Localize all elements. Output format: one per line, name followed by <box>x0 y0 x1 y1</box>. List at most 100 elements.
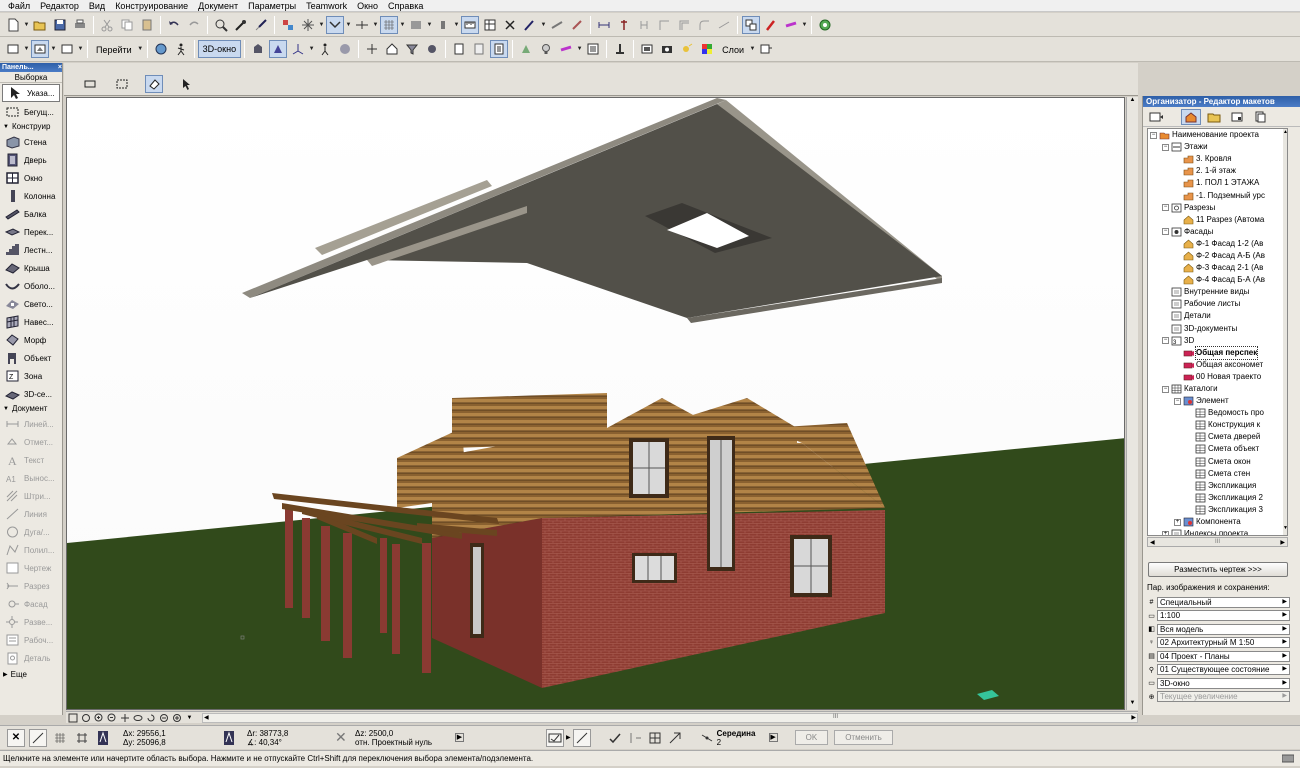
cancel-button[interactable]: Отменить <box>834 730 893 745</box>
tree-horizontal-scrollbar[interactable]: ◀ III ▶ <box>1147 537 1288 547</box>
tree-item[interactable]: Смета дверей <box>1148 431 1287 443</box>
tab-publisher[interactable] <box>1250 109 1270 125</box>
tool-level-dim[interactable]: Отмет... <box>0 433 62 451</box>
flip-icon[interactable] <box>595 16 613 34</box>
tree-item[interactable]: Рабочие листы <box>1148 298 1287 310</box>
house-icon[interactable] <box>383 40 401 58</box>
fly-icon[interactable] <box>336 40 354 58</box>
tree-item[interactable]: −3 3D <box>1148 335 1287 347</box>
pan-icon[interactable] <box>119 712 131 723</box>
category-document[interactable]: ▼ Документ <box>0 403 62 415</box>
rotate-icon[interactable] <box>145 712 157 723</box>
viewport-vertical-scrollbar[interactable]: ▲ ▼ <box>1126 97 1138 710</box>
magenta-brush-icon[interactable] <box>782 16 800 34</box>
tool-curtain-wall[interactable]: Навес... <box>0 313 62 331</box>
tab-view-map[interactable] <box>1204 109 1224 125</box>
tree-item[interactable]: Экспликация <box>1148 480 1287 492</box>
gravity-icon[interactable] <box>326 15 344 34</box>
axes-icon[interactable] <box>289 40 307 58</box>
collapse-icon[interactable]: − <box>1162 204 1169 212</box>
organizer-menu-icon[interactable] <box>1146 109 1166 125</box>
tool-marquee[interactable]: Бегущ... <box>0 103 62 121</box>
tool-slab[interactable]: Перек... <box>0 223 62 241</box>
tool-polyline[interactable]: Полил... <box>0 541 62 559</box>
list-icon[interactable] <box>584 40 602 58</box>
zoom-dropdown-icon[interactable]: ▼ <box>184 712 196 723</box>
paste-icon[interactable] <box>138 16 156 34</box>
tool-object[interactable]: Объект <box>0 349 62 367</box>
midpoint-icon[interactable] <box>698 729 716 747</box>
shading-icon[interactable] <box>249 40 267 58</box>
navigator-icon[interactable] <box>152 40 170 58</box>
guide-lines-icon[interactable] <box>626 729 644 747</box>
tool-skylight[interactable]: Свето... <box>0 295 62 313</box>
tree-item[interactable]: 1. ПОЛ 1 ЭТАЖА <box>1148 177 1287 189</box>
renovation-icon[interactable] <box>517 40 535 58</box>
collapse-icon[interactable]: − <box>1174 397 1181 405</box>
clipboard-icon[interactable] <box>450 40 468 58</box>
tool-beam[interactable]: Балка <box>0 205 62 223</box>
category-construct[interactable]: ▼ Конструир <box>0 121 62 133</box>
tree-item[interactable]: Общая перспек <box>1148 345 1287 360</box>
scroll-up-arrow-icon[interactable]: ▲ <box>1128 97 1137 107</box>
view-param-select[interactable]: Текущее увеличение ▶ <box>1157 691 1290 702</box>
zoom-out-icon[interactable] <box>106 712 118 723</box>
tree-item[interactable]: − Элемент <box>1148 395 1287 407</box>
split-icon[interactable] <box>715 16 733 34</box>
undo-icon[interactable] <box>165 16 183 34</box>
coord-xy-icon[interactable] <box>97 728 123 748</box>
view-param-select[interactable]: 3D-окно ▶ <box>1157 677 1290 689</box>
snap-value-dropdown-icon[interactable]: ▶ <box>768 733 778 742</box>
filter-icon[interactable] <box>403 40 421 58</box>
tree-item[interactable]: Общая аксономет <box>1148 359 1287 371</box>
layout-icon[interactable] <box>407 16 425 34</box>
eyedropper-icon[interactable] <box>232 16 250 34</box>
3d-window-icon[interactable] <box>31 40 49 58</box>
fillet-icon[interactable] <box>695 16 713 34</box>
anchor-icon[interactable] <box>635 16 653 34</box>
zoom-in-icon[interactable] <box>93 712 105 723</box>
new-file-icon[interactable] <box>4 16 22 34</box>
tree-item[interactable]: Конструкция к <box>1148 419 1287 431</box>
menu-document[interactable]: Документ <box>193 0 243 12</box>
coord-polar-icon[interactable] <box>223 728 247 748</box>
tree-scroll-grip[interactable]: III <box>1215 539 1220 545</box>
tree-item[interactable]: − Каталоги <box>1148 383 1287 395</box>
tool-arrow-pointer[interactable]: Указа... <box>2 84 60 102</box>
fit-window-icon[interactable] <box>67 712 79 723</box>
tree-item[interactable]: − Наименование проекта <box>1148 129 1287 141</box>
corner-icon[interactable] <box>655 16 673 34</box>
tree-item[interactable]: Ф-4 Фасад Б-А (Ав <box>1148 274 1287 286</box>
expand-icon[interactable]: + <box>1174 518 1181 526</box>
multiply-icon[interactable] <box>742 15 760 34</box>
bulb-icon[interactable] <box>537 40 555 58</box>
tree-item[interactable]: − Этажи <box>1148 141 1287 153</box>
category-more[interactable]: ▶ Еще <box>0 669 62 681</box>
tab-project-map[interactable] <box>1181 108 1201 125</box>
tree-scroll-right-icon[interactable]: ▶ <box>1280 539 1285 546</box>
pointer-icon[interactable] <box>177 75 195 93</box>
tool-roof[interactable]: Крыша <box>0 259 62 277</box>
project-tree[interactable]: − Наименование проекта − Этажи 3. Кровля 2. 1… <box>1147 128 1288 536</box>
collapse-icon[interactable]: − <box>1162 385 1169 393</box>
tree-scroll-down-icon[interactable]: ▼ <box>1283 525 1287 531</box>
tree-item[interactable]: 00 Новая траекто <box>1148 371 1287 383</box>
orbit-icon[interactable] <box>269 40 288 58</box>
tree-item[interactable]: Экспликация 3 <box>1148 504 1287 516</box>
offset-icon[interactable] <box>675 16 693 34</box>
collapse-icon[interactable]: − <box>1162 143 1169 151</box>
syringe-icon[interactable] <box>252 16 270 34</box>
tree-item[interactable]: Экспликация 2 <box>1148 492 1287 504</box>
menu-help[interactable]: Справка <box>383 0 428 12</box>
menu-teamwork[interactable]: Teamwork <box>301 0 352 12</box>
menu-edit[interactable]: Редактор <box>35 0 84 12</box>
tree-item[interactable]: − Разрезы <box>1148 202 1287 214</box>
scroll-grip[interactable]: III <box>833 714 838 720</box>
tree-item[interactable]: -1. Подземный урс <box>1148 189 1287 201</box>
menu-window[interactable]: Окно <box>352 0 383 12</box>
redo-icon[interactable] <box>185 16 203 34</box>
gear-group-icon[interactable] <box>423 40 441 58</box>
tree-item[interactable]: Детали <box>1148 310 1287 322</box>
cancel-x-icon[interactable] <box>501 16 519 34</box>
tool-text[interactable]: A Текст <box>0 451 62 469</box>
